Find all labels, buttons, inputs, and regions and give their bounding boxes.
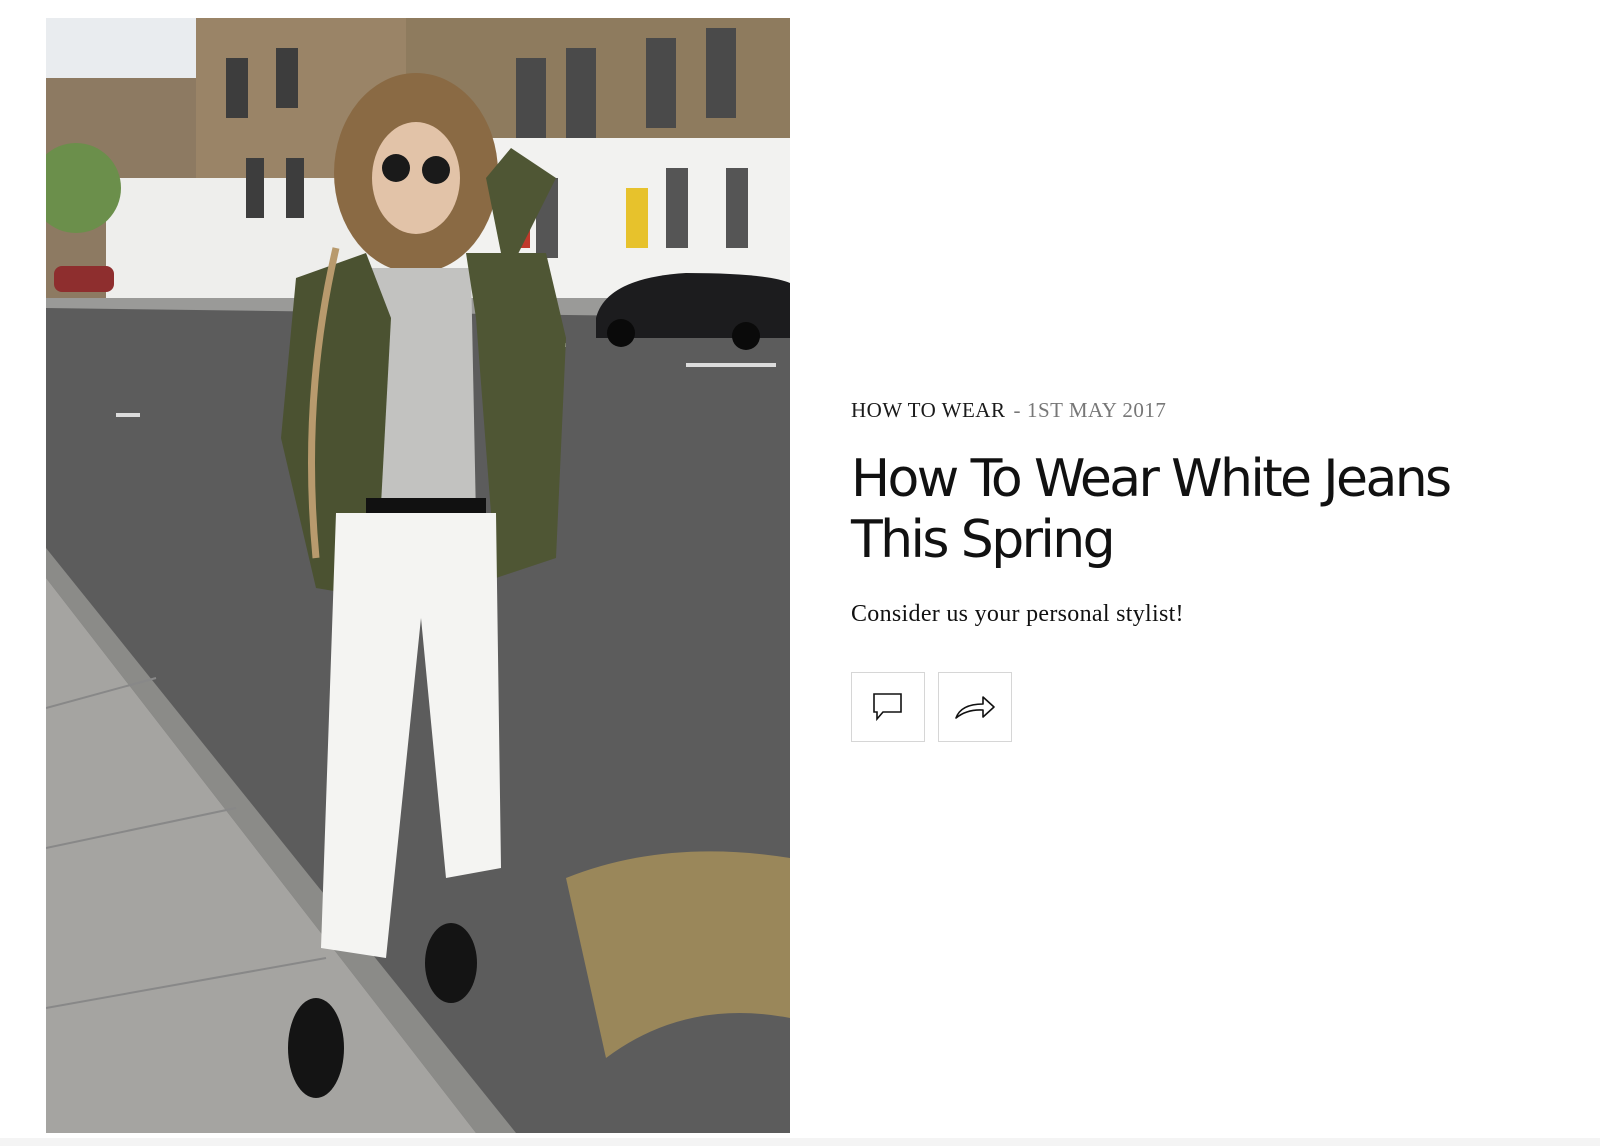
meta-separator: - — [1013, 398, 1021, 422]
page-bottom-divider — [0, 1138, 1600, 1146]
comment-icon — [873, 693, 902, 722]
share-icon — [955, 696, 995, 719]
article-subtitle: Consider us your personal stylist! — [851, 601, 1184, 627]
article-meta: HOW TO WEAR -1ST MAY 2017 — [851, 400, 1551, 421]
street-style-photo — [46, 18, 790, 1133]
article-actions — [851, 672, 1551, 742]
article-details: HOW TO WEAR -1ST MAY 2017 How To Wear Whi… — [851, 400, 1551, 742]
share-button[interactable] — [938, 672, 1012, 742]
article-hero-image[interactable] — [46, 18, 790, 1133]
article-date: 1ST MAY 2017 — [1026, 398, 1167, 422]
article-title[interactable]: How To Wear White Jeans This Spring — [851, 449, 1551, 571]
article-category-link[interactable]: HOW TO WEAR — [851, 398, 1005, 422]
comment-button[interactable] — [851, 672, 925, 742]
